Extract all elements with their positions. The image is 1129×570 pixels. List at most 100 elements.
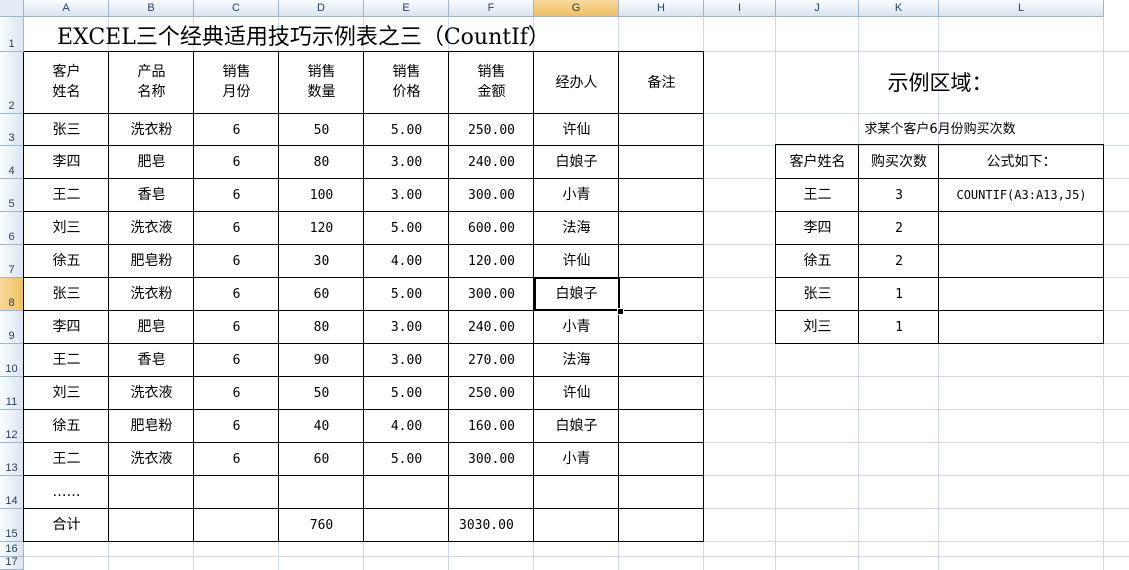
table-cell[interactable]: 6 — [194, 410, 279, 443]
table-cell[interactable]: 6 — [194, 245, 279, 278]
row-header-6[interactable]: 6 — [0, 212, 24, 245]
example-subheading[interactable]: 求某个客户6月份购买次数 — [776, 118, 1104, 140]
table-cell[interactable]: 5.00 — [364, 114, 449, 146]
table-cell[interactable] — [279, 476, 364, 509]
spreadsheet-grid[interactable]: A B C D E F G H I J K L 1 2 3 4 5 6 7 8 9 10 11 12 13 14 15 16 17 客户姓… — [0, 0, 1129, 570]
header-line2[interactable]: 姓名 — [24, 82, 109, 102]
table-cell[interactable]: 90 — [279, 344, 364, 377]
table-cell[interactable]: 5.00 — [364, 443, 449, 476]
table-cell[interactable]: 张三 — [24, 114, 109, 146]
table-cell[interactable]: 小青 — [534, 311, 619, 344]
fill-handle[interactable] — [617, 308, 624, 315]
example-cell[interactable]: 李四 — [776, 212, 859, 245]
table-cell[interactable]: 王二 — [24, 443, 109, 476]
row-header-14[interactable]: 14 — [0, 476, 24, 509]
table-cell[interactable] — [194, 509, 279, 542]
table-cell[interactable]: 6 — [194, 212, 279, 245]
row-header-10[interactable]: 10 — [0, 344, 24, 377]
header-line1[interactable]: 销售 — [194, 62, 279, 82]
table-cell[interactable]: 5.00 — [364, 278, 449, 311]
active-cell-G8[interactable] — [534, 277, 620, 311]
table-cell[interactable] — [109, 509, 194, 542]
row-header-1[interactable]: 1 — [0, 17, 24, 52]
column-header-c[interactable]: C — [194, 0, 279, 17]
example-cell[interactable] — [939, 278, 1104, 311]
row-header-11[interactable]: 11 — [0, 377, 24, 410]
header-line2[interactable]: 名称 — [109, 82, 194, 102]
table-cell[interactable]: 300.00 — [449, 278, 534, 311]
table-cell[interactable]: 小青 — [534, 443, 619, 476]
table-cell[interactable]: 刘三 — [24, 212, 109, 245]
table-cell[interactable]: …… — [24, 476, 109, 509]
table-cell[interactable]: 香皂 — [109, 179, 194, 212]
table-cell[interactable] — [449, 476, 534, 509]
table-cell[interactable]: 300.00 — [449, 179, 534, 212]
table-cell[interactable] — [619, 377, 704, 410]
table-cell[interactable] — [619, 311, 704, 344]
row-header-15[interactable]: 15 — [0, 509, 24, 542]
table-cell[interactable]: 6 — [194, 278, 279, 311]
table-cell[interactable]: 肥皂 — [109, 311, 194, 344]
column-header-e[interactable]: E — [364, 0, 449, 17]
example-header[interactable]: 客户姓名 — [776, 146, 859, 179]
table-cell[interactable]: 王二 — [24, 344, 109, 377]
table-cell[interactable]: 洗衣液 — [109, 443, 194, 476]
column-header-j[interactable]: J — [776, 0, 859, 17]
header-line2[interactable]: 月份 — [194, 82, 279, 102]
example-cell[interactable]: 1 — [859, 278, 939, 311]
example-cell[interactable]: 1 — [859, 311, 939, 344]
header-line2[interactable]: 数量 — [279, 82, 364, 102]
table-cell[interactable] — [619, 476, 704, 509]
sheet-title[interactable]: EXCEL三个经典适用技巧示例表之三（CountIf） — [57, 19, 550, 51]
table-cell[interactable]: 240.00 — [449, 146, 534, 179]
table-cell[interactable] — [619, 114, 704, 146]
example-cell[interactable]: 张三 — [776, 278, 859, 311]
table-cell[interactable]: 法海 — [534, 344, 619, 377]
row-header-8[interactable]: 8 — [0, 278, 24, 311]
example-cell[interactable]: 3 — [859, 179, 939, 212]
table-cell[interactable]: 240.00 — [449, 311, 534, 344]
table-cell[interactable]: 小青 — [534, 179, 619, 212]
table-cell[interactable]: 王二 — [24, 179, 109, 212]
table-cell[interactable]: 6 — [194, 377, 279, 410]
table-cell[interactable]: 270.00 — [449, 344, 534, 377]
table-cell[interactable] — [534, 509, 619, 542]
row-header-2[interactable]: 2 — [0, 52, 24, 114]
table-cell[interactable]: 60 — [279, 443, 364, 476]
table-cell[interactable]: 5.00 — [364, 212, 449, 245]
column-header-k[interactable]: K — [859, 0, 939, 17]
column-header-i[interactable]: I — [704, 0, 776, 17]
table-cell[interactable]: 100 — [279, 179, 364, 212]
table-cell[interactable] — [619, 344, 704, 377]
row-header-13[interactable]: 13 — [0, 443, 24, 476]
table-cell[interactable]: 80 — [279, 146, 364, 179]
table-cell[interactable]: 40 — [279, 410, 364, 443]
header-cell[interactable]: 经办人 — [534, 66, 619, 100]
table-cell[interactable]: 3030.00 — [449, 509, 534, 542]
table-cell[interactable]: 6 — [194, 344, 279, 377]
example-cell[interactable]: 刘三 — [776, 311, 859, 344]
header-line2[interactable]: 金额 — [449, 82, 534, 102]
example-cell[interactable]: 2 — [859, 212, 939, 245]
table-cell[interactable]: 白娘子 — [534, 410, 619, 443]
example-cell[interactable]: COUNTIF(A3:A13,J5) — [939, 179, 1104, 212]
table-cell[interactable] — [619, 410, 704, 443]
row-header-5[interactable]: 5 — [0, 179, 24, 212]
column-header-g[interactable]: G — [534, 0, 619, 17]
table-cell[interactable]: 50 — [279, 377, 364, 410]
row-header-17[interactable]: 17 — [0, 556, 24, 570]
example-cell[interactable]: 徐五 — [776, 245, 859, 278]
table-cell[interactable]: 洗衣粉 — [109, 114, 194, 146]
example-header[interactable]: 公式如下： — [939, 146, 1104, 179]
table-cell[interactable]: 3.00 — [364, 146, 449, 179]
table-cell[interactable]: 600.00 — [449, 212, 534, 245]
table-cell[interactable]: 4.00 — [364, 410, 449, 443]
column-header-d[interactable]: D — [279, 0, 364, 17]
table-cell[interactable]: 4.00 — [364, 245, 449, 278]
table-cell[interactable]: 6 — [194, 146, 279, 179]
table-cell[interactable] — [364, 476, 449, 509]
table-cell[interactable]: 60 — [279, 278, 364, 311]
column-header-a[interactable]: A — [24, 0, 109, 17]
row-header-9[interactable]: 9 — [0, 311, 24, 344]
table-cell[interactable]: 许仙 — [534, 245, 619, 278]
